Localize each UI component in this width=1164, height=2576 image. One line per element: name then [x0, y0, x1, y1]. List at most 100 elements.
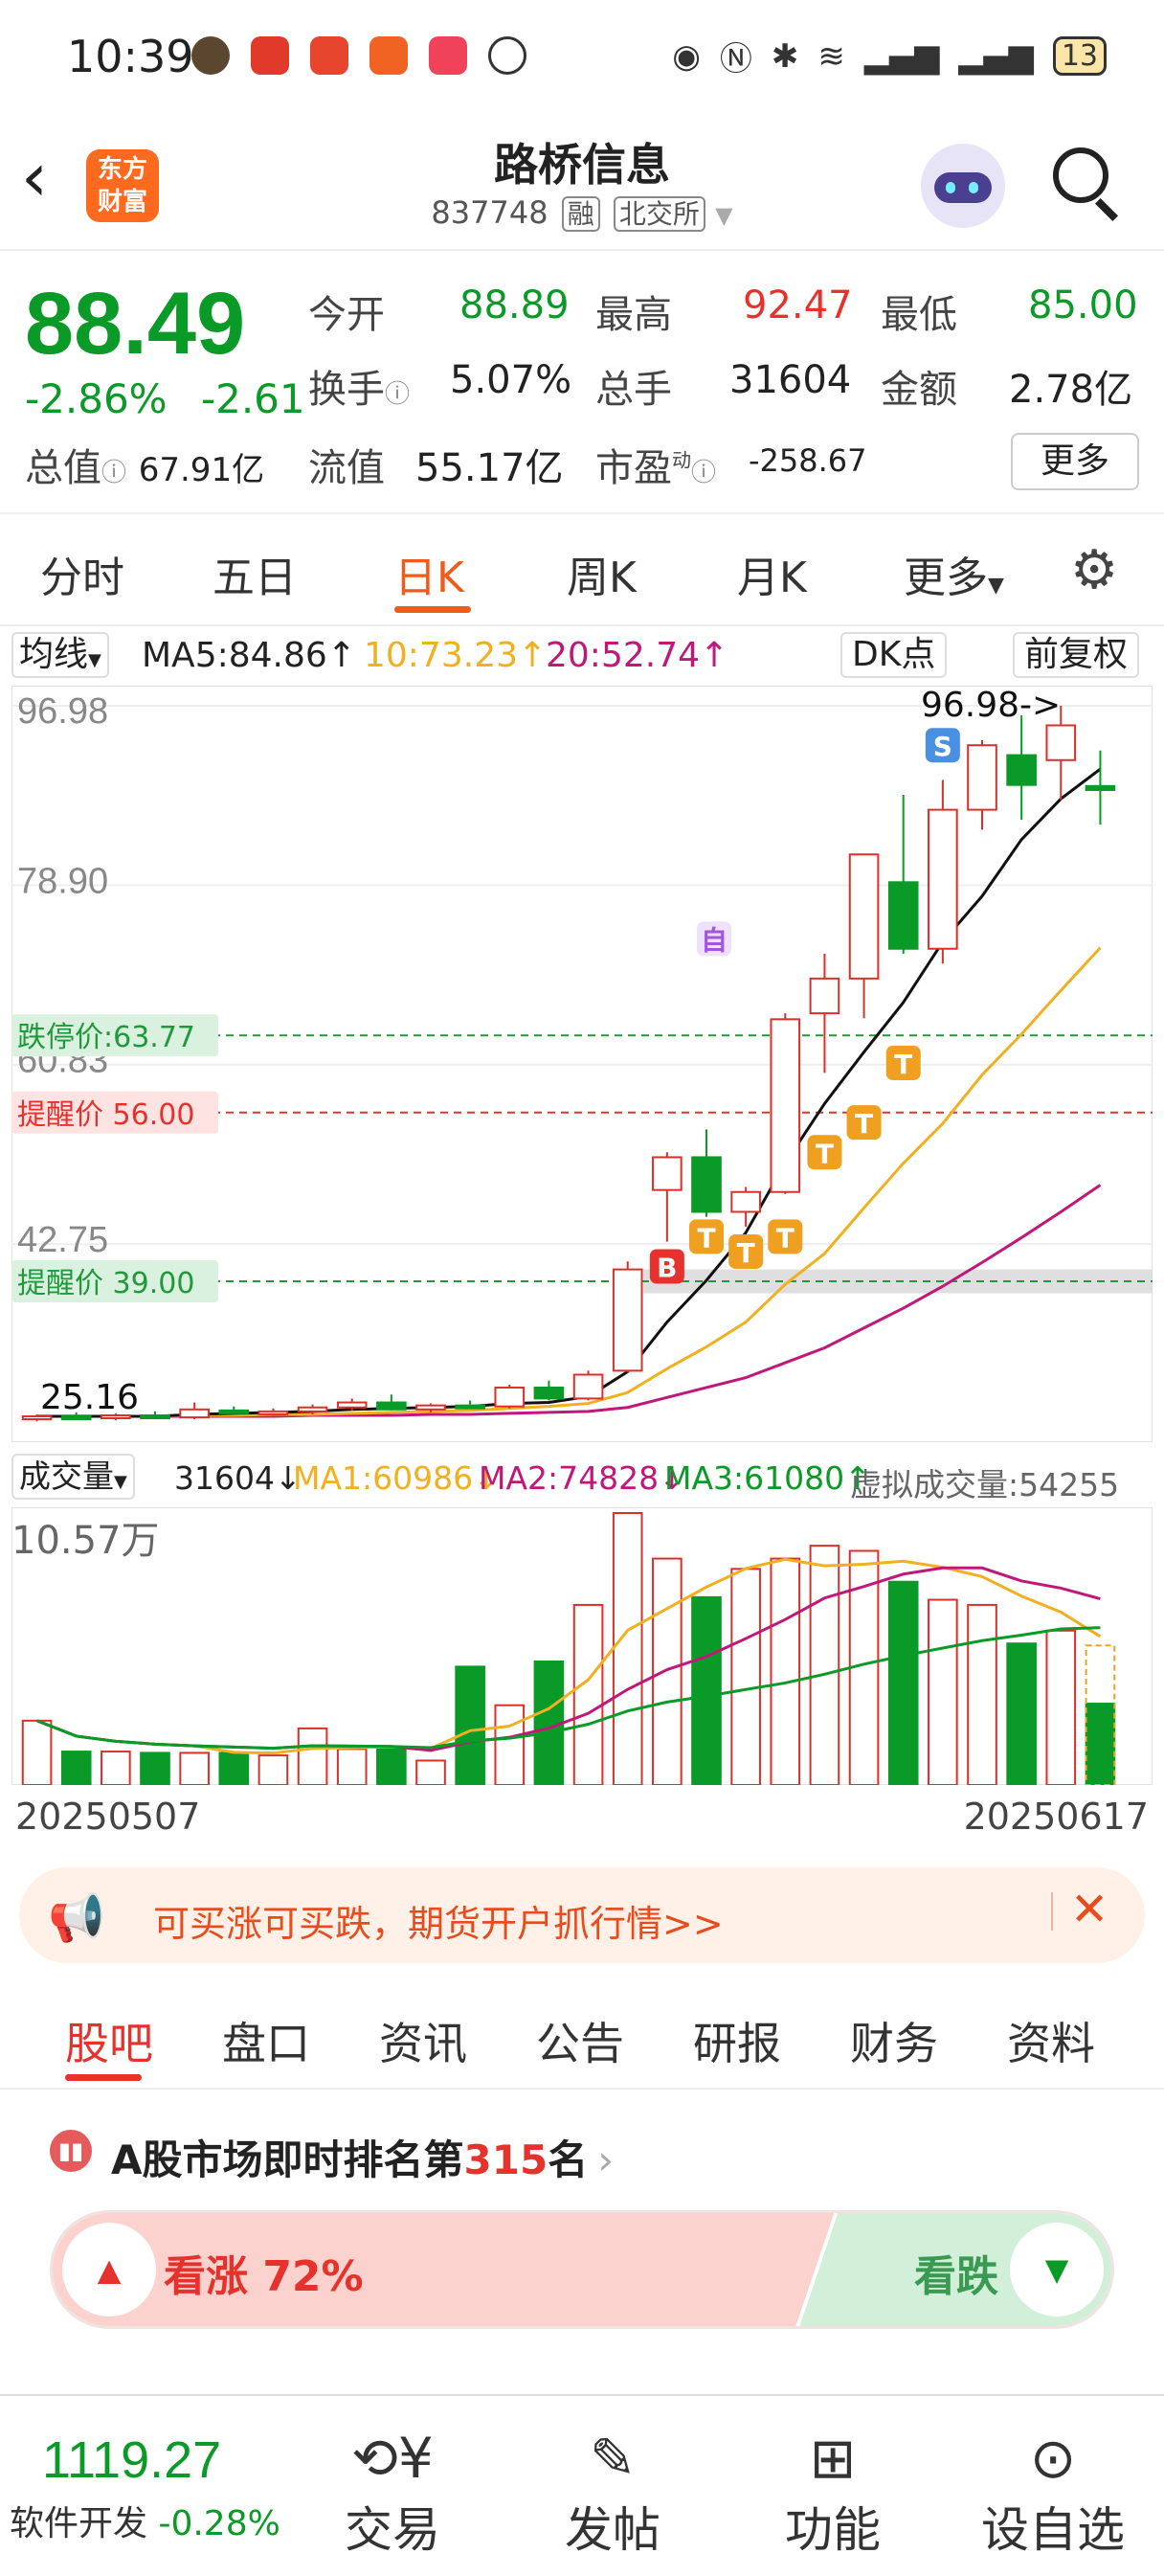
kline-chart[interactable]: 96.98 78.90 60.83 42.75 跌停价:63.77 提醒价 56.00 提醒… — [11, 685, 1153, 1443]
volume-bar — [1045, 1629, 1077, 1786]
high-label: 最高 — [595, 293, 672, 337]
candle — [652, 1156, 683, 1191]
more-button[interactable]: 更多 — [1011, 433, 1139, 490]
volume-selector[interactable]: 成交量▼ — [11, 1454, 135, 1500]
low-annotation: 25.16 — [40, 1378, 139, 1417]
kline-svg[interactable]: 96.9878.9060.8342.75跌停价:63.77提醒价 56.00提醒… — [11, 685, 1153, 1443]
avatar-icon — [191, 36, 230, 75]
tab-research[interactable]: 研报 — [693, 2009, 781, 2072]
sentiment-bar: ▲ 看涨 72% 看跌 ▼ — [50, 2210, 1114, 2329]
tab-finance[interactable]: 财务 — [850, 2009, 938, 2072]
signal-marker-label: 自 — [701, 924, 728, 956]
market-cap-label: 总值 — [25, 446, 101, 490]
candle — [612, 1268, 643, 1372]
candle — [572, 1373, 604, 1400]
post-label: 发帖 — [565, 2502, 660, 2558]
turnover-value: 5.07% — [450, 358, 572, 402]
volume-bar — [928, 1598, 958, 1786]
ma-legend-row: 均线▼ MA5:84.86↑ 10:73.23↑ 20:52.74↑ DK点 前… — [0, 624, 1164, 684]
function-button[interactable]: ⊞ 功能 — [747, 2425, 919, 2561]
info-icon[interactable]: ⓘ — [101, 459, 126, 487]
candle — [928, 808, 958, 950]
signal-marker-label: T — [855, 1108, 873, 1140]
tab-daily-k[interactable]: 日K — [394, 543, 464, 604]
post-button[interactable]: ✎ 发帖 — [526, 2425, 699, 2561]
candle — [533, 1386, 565, 1400]
volume-svg[interactable]: 10.57万 — [11, 1506, 1153, 1787]
promo-banner[interactable]: 📢 可买涨可买跌，期货开户抓行情>> ✕ — [19, 1867, 1145, 1963]
chevron-down-icon: ▼ — [715, 202, 733, 229]
current-price: 88.49 — [25, 275, 246, 373]
bullish-label: 看涨 72% — [164, 2252, 364, 2301]
adjust-button[interactable]: 前复权 — [1013, 632, 1140, 678]
tab-intraday[interactable]: 分时 — [40, 543, 124, 604]
ma-selector[interactable]: 均线▼ — [11, 632, 109, 678]
tab-news[interactable]: 资讯 — [379, 2009, 467, 2072]
info-icon[interactable]: ⓘ — [385, 380, 410, 409]
ma-selector-label: 均线 — [19, 635, 89, 674]
tab-monthly-k[interactable]: 月K — [737, 543, 807, 604]
amount-label: 金额 — [881, 368, 957, 412]
volume-bar — [809, 1545, 840, 1787]
candle — [140, 1414, 170, 1420]
sentiment-panel: ▮▮ A股市场即时排名第315名 › ▲ 看涨 72% 看跌 ▼ — [0, 2090, 1164, 2358]
banner-text[interactable]: 可买涨可买跌，期货开户抓行情>> — [153, 1894, 724, 1947]
close-icon[interactable]: ✕ — [1070, 1883, 1108, 1936]
signal-marker-label: T — [737, 1237, 755, 1269]
pe-label-text: 市盈 — [595, 446, 672, 490]
exchange-tag: 北交所 — [613, 196, 705, 232]
change-amount: -2.61 — [200, 375, 305, 422]
active-tab-indicator — [394, 606, 471, 613]
price-change: -2.86% -2.61 — [25, 375, 305, 422]
tab-weekly-k[interactable]: 周K — [567, 543, 637, 604]
index-value[interactable]: 1119.27 — [42, 2430, 221, 2490]
volume-bar — [101, 1751, 131, 1786]
bullish-button[interactable]: ▲ — [62, 2223, 156, 2316]
tab-forum[interactable]: 股吧 — [65, 2009, 153, 2072]
candle — [1045, 724, 1077, 761]
candle — [336, 1401, 368, 1409]
volume-bar — [887, 1580, 919, 1787]
volume-value: 31604 — [729, 358, 852, 402]
turnover-label-text: 换手 — [308, 368, 385, 412]
sector-change: -0.28% — [158, 2504, 280, 2543]
tab-five-day[interactable]: 五日 — [213, 543, 297, 604]
market-cap-value: 67.91亿 — [138, 451, 265, 489]
search-icon[interactable] — [1053, 147, 1108, 203]
rank-text[interactable]: A股市场即时排名第315名 › — [111, 2128, 614, 2186]
edit-icon: ✎ — [589, 2426, 637, 2491]
period-tabs: 分时 五日 日K 周K 月K 更多▼ ⚙ — [0, 512, 1164, 626]
info-icon[interactable]: ⓘ — [691, 459, 716, 487]
trade-button[interactable]: ⟲¥ 交易 — [306, 2425, 479, 2561]
turnover-label: 换手ⓘ — [308, 358, 410, 414]
volume-bar — [652, 1557, 683, 1786]
volume-bar — [967, 1603, 997, 1786]
float-value: 55.17亿 — [415, 446, 564, 490]
sector-row[interactable]: 软件开发 -0.28% — [10, 2496, 280, 2545]
tab-profile[interactable]: 资料 — [1007, 2009, 1095, 2072]
volume-bar — [60, 1751, 92, 1786]
assistant-robot-icon[interactable] — [921, 144, 1005, 228]
add-watchlist-button[interactable]: ⊙ 设自选 — [967, 2425, 1139, 2561]
gear-icon[interactable]: ⚙ — [1070, 539, 1118, 601]
tab-orderbook[interactable]: 盘口 — [222, 2009, 310, 2072]
volume-bar — [494, 1704, 526, 1786]
volume-chart[interactable]: 10.57万 — [11, 1506, 1153, 1787]
candle — [770, 1018, 801, 1193]
bearish-button[interactable]: ▼ — [1010, 2223, 1104, 2316]
tab-announcements[interactable]: 公告 — [536, 2009, 624, 2072]
caret-down-icon: ▼ — [988, 574, 1004, 598]
sync-icon — [488, 36, 526, 75]
tab-more[interactable]: 更多▼ — [904, 543, 1004, 604]
candle — [179, 1408, 210, 1419]
signal-marker-label: S — [933, 731, 952, 762]
volume-label: 总手 — [595, 368, 672, 412]
megaphone-icon: 📢 — [48, 1891, 105, 1945]
dk-point-button[interactable]: DK点 — [840, 632, 948, 678]
candle — [691, 1156, 722, 1213]
rank-number: 315 — [463, 2136, 548, 2183]
candle — [848, 853, 880, 980]
high-value: 92.47 — [743, 283, 853, 328]
quote-panel: 88.49 -2.86% -2.61 总值ⓘ 67.91亿 今开 88.89 最… — [0, 251, 1164, 509]
margin-tag: 融 — [561, 196, 600, 232]
